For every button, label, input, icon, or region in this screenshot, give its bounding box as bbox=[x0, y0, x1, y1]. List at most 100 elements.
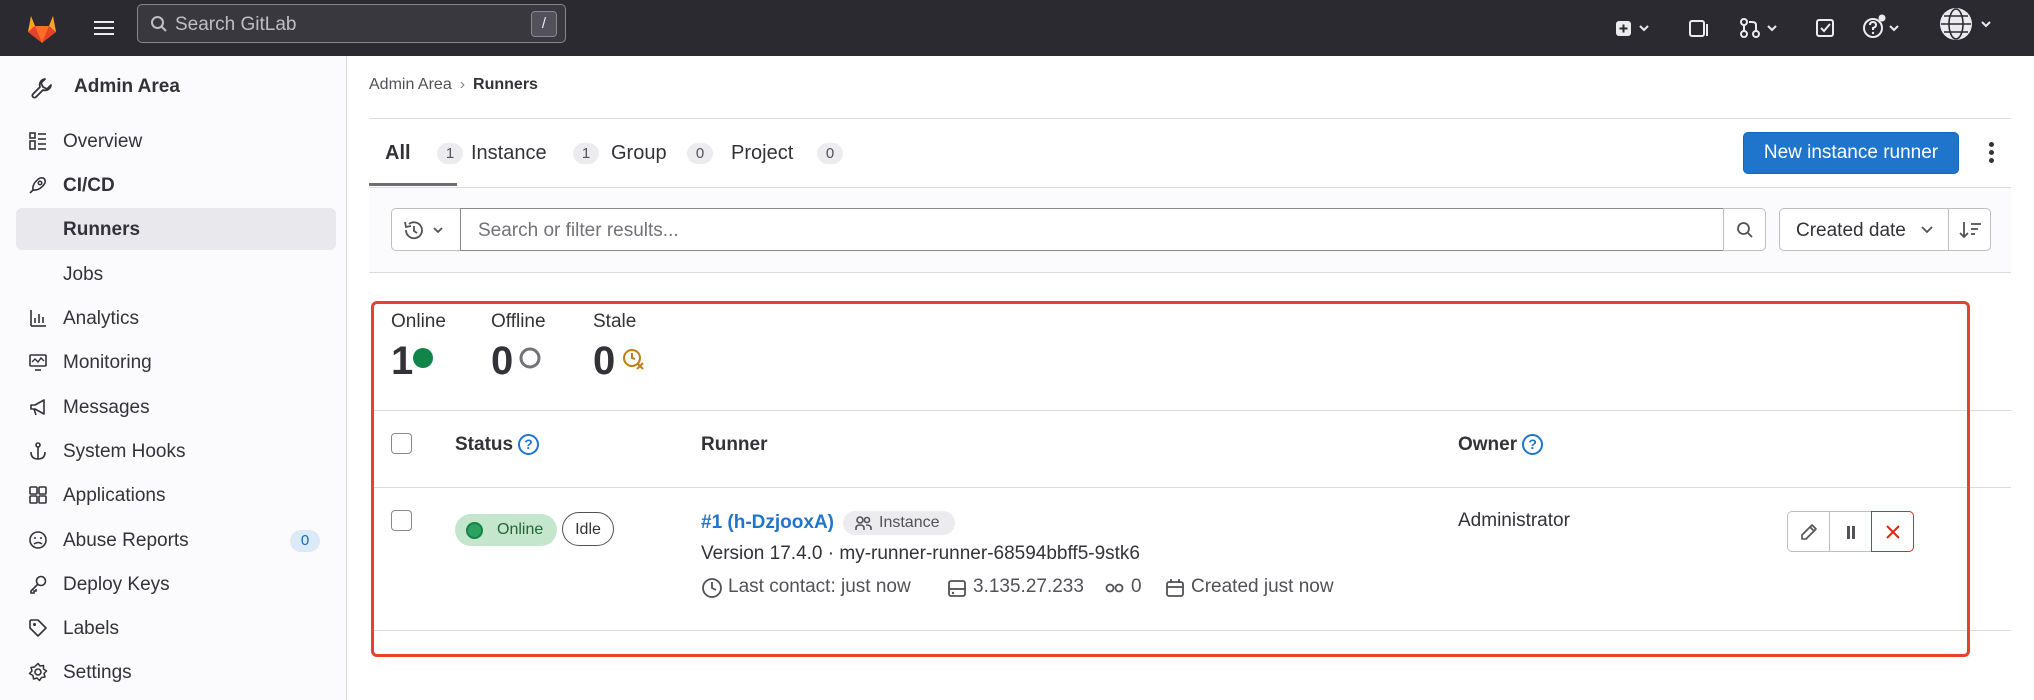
sidebar-item-label: Abuse Reports bbox=[63, 530, 189, 551]
search-shortcut-hint: / bbox=[531, 11, 557, 37]
status-header-label: Status bbox=[455, 434, 514, 455]
idle-badge: Idle bbox=[562, 512, 614, 546]
created-at-text: Created just now bbox=[1191, 576, 1334, 597]
more-actions-icon[interactable] bbox=[1981, 140, 2001, 166]
runner-owner[interactable]: Administrator bbox=[1458, 510, 1570, 532]
gitlab-logo-icon[interactable] bbox=[22, 8, 62, 48]
sidebar-item-settings[interactable]: Settings bbox=[16, 651, 336, 693]
status-column-header: Status? bbox=[455, 434, 540, 456]
search-placeholder: Search GitLab bbox=[175, 14, 297, 35]
avatar-icon bbox=[1940, 8, 1991, 40]
edit-runner-button[interactable] bbox=[1787, 511, 1830, 552]
stat-offline: Offline 0 bbox=[491, 311, 546, 383]
search-button[interactable] bbox=[1723, 208, 1766, 251]
stat-online: Online 1 bbox=[391, 311, 446, 383]
row-select-checkbox[interactable] bbox=[391, 510, 412, 531]
status-badge-online: Online bbox=[455, 514, 557, 546]
key-icon bbox=[30, 575, 47, 594]
tab-all[interactable]: All 1 bbox=[369, 130, 463, 186]
breadcrumb-separator: › bbox=[459, 76, 466, 93]
sidebar-item-runners[interactable]: Runners bbox=[16, 208, 336, 250]
merge-requests-button[interactable] bbox=[1738, 12, 1784, 44]
stat-offline-value: 0 bbox=[491, 339, 514, 383]
runner-header-label: Runner bbox=[701, 434, 768, 455]
sidebar-item-label: Monitoring bbox=[63, 352, 152, 373]
create-new-button[interactable] bbox=[1614, 12, 1654, 44]
sidebar-header[interactable]: Admin Area bbox=[18, 68, 338, 106]
global-search-input[interactable]: Search GitLab / bbox=[137, 4, 566, 43]
wrench-icon bbox=[31, 78, 52, 99]
runner-name-link[interactable]: #1 (h-DzjooxA) bbox=[701, 512, 834, 534]
filter-search-input[interactable]: Search or filter results... bbox=[460, 208, 1724, 251]
sort-direction-button[interactable] bbox=[1948, 208, 1991, 251]
sidebar-item-label: Settings bbox=[63, 662, 132, 683]
users-icon bbox=[855, 516, 872, 530]
owner-help-icon[interactable]: ? bbox=[1522, 434, 1544, 456]
stat-stale-label: Stale bbox=[593, 311, 637, 332]
tab-project[interactable]: Project 0 bbox=[715, 130, 843, 186]
status-badge-label: Online bbox=[497, 521, 544, 538]
pause-runner-button[interactable] bbox=[1829, 511, 1872, 552]
status-help-icon[interactable]: ? bbox=[518, 434, 540, 456]
offline-status-icon bbox=[519, 347, 541, 369]
tab-count-badge: 0 bbox=[817, 143, 843, 164]
anchor-icon bbox=[30, 442, 46, 460]
overview-icon bbox=[29, 132, 46, 150]
issues-button[interactable] bbox=[1687, 12, 1713, 44]
applications-icon bbox=[29, 486, 47, 504]
job-count-text: 0 bbox=[1131, 576, 1142, 597]
runner-type-badge: Instance bbox=[843, 511, 955, 535]
abuse-icon bbox=[29, 531, 47, 549]
sidebar-item-label: Jobs bbox=[63, 264, 104, 285]
delete-runner-button[interactable] bbox=[1871, 511, 1914, 552]
sidebar-item-ci-cd[interactable]: CI/CD bbox=[16, 164, 336, 206]
label-icon bbox=[29, 619, 47, 637]
create-new-icon bbox=[1616, 21, 1649, 36]
sidebar-item-jobs[interactable]: Jobs bbox=[16, 253, 336, 295]
stale-status-icon bbox=[623, 349, 644, 370]
sidebar-item-label: System Hooks bbox=[63, 441, 186, 462]
sidebar-item-abuse-reports[interactable]: Abuse Reports 0 bbox=[16, 519, 336, 561]
sort-by-label: Created date bbox=[1796, 220, 1906, 241]
top-navigation-bar: Search GitLab / bbox=[0, 0, 2034, 56]
sidebar-item-monitoring[interactable]: Monitoring bbox=[16, 341, 336, 383]
sidebar-item-labels[interactable]: Labels bbox=[16, 607, 336, 649]
sidebar-item-label: Deploy Keys bbox=[63, 574, 170, 595]
hamburger-menu-icon[interactable] bbox=[88, 12, 120, 44]
new-instance-runner-button[interactable]: New instance runner bbox=[1743, 132, 1959, 174]
user-menu-button[interactable] bbox=[1938, 6, 1998, 40]
divider bbox=[374, 410, 2011, 411]
tab-group[interactable]: Group 0 bbox=[595, 130, 713, 186]
todos-button[interactable] bbox=[1814, 12, 1838, 44]
sidebar-item-analytics[interactable]: Analytics bbox=[16, 297, 336, 339]
online-status-icon bbox=[413, 348, 433, 368]
owner-header-label: Owner bbox=[1458, 434, 1518, 455]
breadcrumb-parent-link[interactable]: Admin Area bbox=[369, 76, 452, 93]
divider bbox=[374, 630, 2011, 631]
help-button[interactable] bbox=[1862, 12, 1908, 44]
tab-instance[interactable]: Instance 1 bbox=[455, 130, 599, 186]
breadcrumb-current: Runners bbox=[473, 76, 538, 93]
rocket-icon bbox=[29, 177, 46, 194]
select-all-checkbox[interactable] bbox=[391, 433, 412, 454]
close-icon bbox=[1886, 525, 1900, 539]
sidebar-item-system-hooks[interactable]: System Hooks bbox=[16, 430, 336, 472]
runner-version-line: Version 17.4.0 · my-runner-runner-68594b… bbox=[701, 543, 1141, 564]
stat-stale: Stale 0 bbox=[593, 311, 644, 383]
pipeline-icon bbox=[1105, 583, 1124, 593]
sidebar-item-applications[interactable]: Applications bbox=[16, 474, 336, 516]
sidebar-item-deploy-keys[interactable]: Deploy Keys bbox=[16, 563, 336, 605]
sidebar-item-messages[interactable]: Messages bbox=[16, 386, 336, 428]
active-tab-indicator bbox=[369, 183, 457, 186]
chevron-down-icon bbox=[1921, 226, 1933, 234]
calendar-icon bbox=[1166, 579, 1184, 597]
owner-column-header: Owner? bbox=[1458, 434, 1544, 456]
last-contact-text: Last contact: just now bbox=[728, 576, 911, 597]
breadcrumb: Admin Area › Runners bbox=[369, 76, 538, 94]
recent-searches-button[interactable] bbox=[391, 208, 461, 251]
divider bbox=[374, 487, 2011, 488]
settings-icon bbox=[28, 662, 48, 682]
sidebar-item-overview[interactable]: Overview bbox=[16, 120, 336, 162]
sort-by-dropdown[interactable]: Created date bbox=[1779, 208, 1949, 251]
sidebar-count-badge: 0 bbox=[290, 530, 320, 552]
